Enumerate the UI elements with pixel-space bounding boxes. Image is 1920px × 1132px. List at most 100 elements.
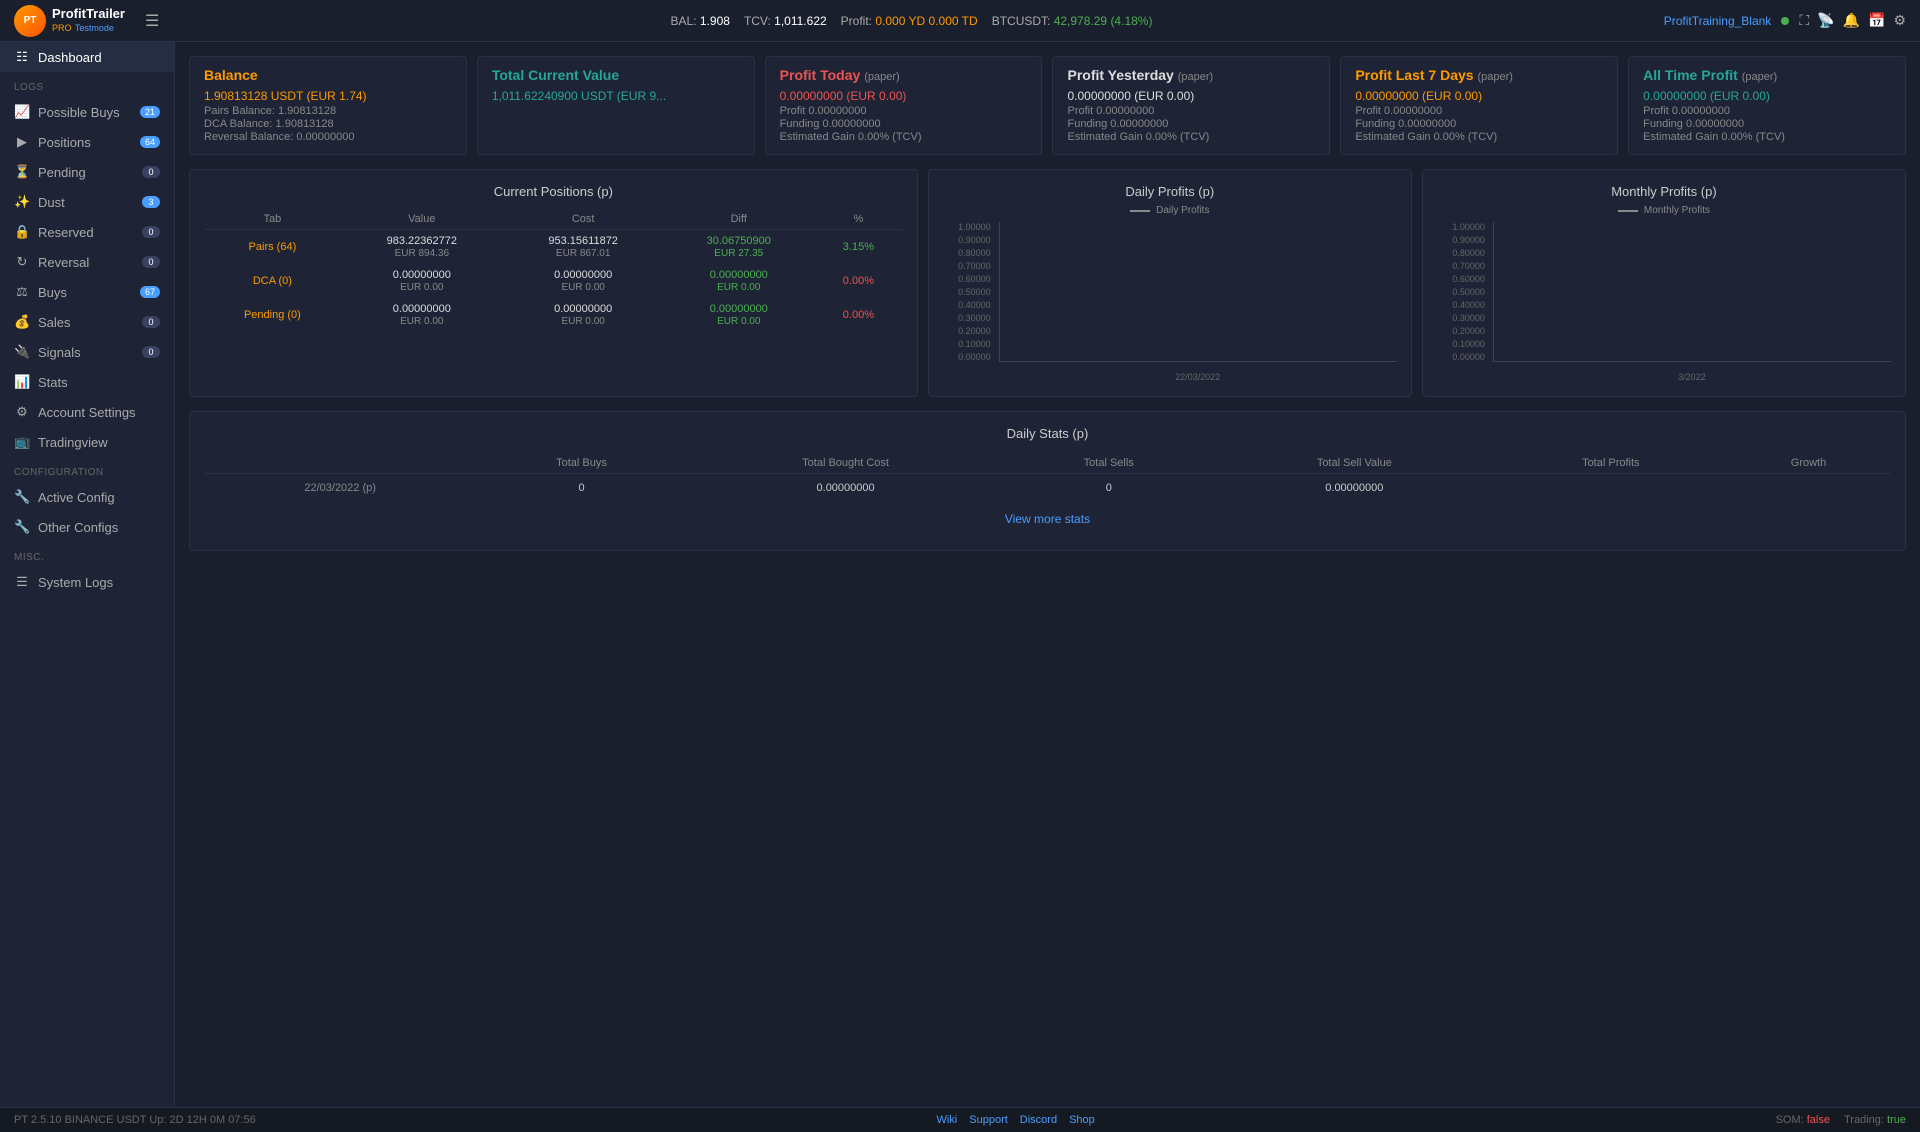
sidebar-label-buys: Buys <box>38 285 67 300</box>
signals-icon: 🔌 <box>14 344 30 360</box>
col-cost: Cost <box>503 209 664 230</box>
sidebar-label-stats: Stats <box>38 375 68 390</box>
tcv-main-val: 1,011.62240900 USDT (EUR 9... <box>492 89 740 103</box>
sidebar-item-tradingview[interactable]: 📺 Tradingview <box>0 427 174 457</box>
topbar-right: ProfitTraining_Blank ⛶ 📡 🔔 📅 ⚙ <box>1664 12 1906 29</box>
positions-table: Tab Value Cost Diff % Pairs (64) 983.223… <box>204 209 903 332</box>
sidebar-item-stats[interactable]: 📊 Stats <box>0 367 174 397</box>
logo-icon: PT <box>14 5 46 37</box>
shop-link[interactable]: Shop <box>1069 1114 1095 1126</box>
tcv-card: Total Current Value 1,011.62240900 USDT … <box>477 56 755 155</box>
bell-icon[interactable]: 🔔 <box>1843 12 1860 29</box>
main-content: Balance 1.90813128 USDT (EUR 1.74) Pairs… <box>175 42 1920 1107</box>
profit-yesterday-funding: Funding 0.00000000 <box>1067 118 1315 130</box>
sidebar-item-pending[interactable]: ⏳ Pending 0 <box>0 157 174 187</box>
footer-left: PT 2.5.10 BINANCE USDT Up: 2D 12H 0M 07:… <box>14 1114 256 1126</box>
resize-icon[interactable]: ⛶ <box>1799 12 1809 29</box>
col-diff: Diff <box>663 209 814 230</box>
profit-today-estimated: Estimated Gain 0.00% (TCV) <box>780 131 1028 143</box>
dashboard-icon: ☷ <box>14 49 30 65</box>
sidebar-item-positions[interactable]: ▶ Positions 64 <box>0 127 174 157</box>
sidebar-item-buys[interactable]: ⚖ Buys 67 <box>0 277 174 307</box>
sidebar-label-signals: Signals <box>38 345 81 360</box>
support-link[interactable]: Support <box>969 1114 1008 1126</box>
calendar-icon[interactable]: 📅 <box>1868 12 1885 29</box>
row-value: 0.00000000EUR 0.00 <box>341 298 503 332</box>
bal-value: 1.908 <box>700 14 730 28</box>
btc-label: BTCUSDT: 42,978.29 (4.18%) <box>992 14 1153 28</box>
active-config-icon: 🔧 <box>14 489 30 505</box>
legend-line-monthly-icon <box>1618 210 1638 212</box>
sidebar-item-sales[interactable]: 💰 Sales 0 <box>0 307 174 337</box>
stats-col-header: Total Bought Cost <box>687 453 1005 474</box>
sidebar-item-account-settings[interactable]: ⚙ Account Settings <box>0 397 174 427</box>
sidebar-item-possible-buys[interactable]: 📈 Possible Buys 21 <box>0 97 174 127</box>
profit-7days-main-val: 0.00000000 (EUR 0.00) <box>1355 89 1603 103</box>
profit-yesterday-main-val: 0.00000000 (EUR 0.00) <box>1067 89 1315 103</box>
status-dot-icon <box>1781 17 1789 25</box>
sidebar-label-sales: Sales <box>38 315 71 330</box>
y-label: 0.10000 <box>1437 339 1485 349</box>
sidebar-label-dashboard: Dashboard <box>38 50 102 65</box>
monthly-profits-chart-area: 1.000000.900000.800000.700000.600000.500… <box>1437 222 1891 382</box>
y-label: 0.80000 <box>1437 248 1485 258</box>
profit-today-profit: Profit 0.00000000 <box>780 105 1028 117</box>
daily-stats-title: Daily Stats (p) <box>204 426 1891 441</box>
positions-charts-row: Current Positions (p) Tab Value Cost Dif… <box>189 169 1906 397</box>
btc-value: 42,978.29 <box>1054 14 1107 28</box>
logo-text: ProfitTrailer PRO Testmode <box>52 7 125 34</box>
sidebar-item-system-logs[interactable]: ☰ System Logs <box>0 567 174 597</box>
daily-profits-legend-label: Daily Profits <box>1156 205 1209 216</box>
profit-label: Profit: 0.000 YD 0.000 TD <box>841 14 978 28</box>
monthly-profits-legend: Monthly Profits <box>1437 205 1891 216</box>
topbar-left: PT ProfitTrailer PRO Testmode ☰ <box>14 5 159 37</box>
app-body: ☷ Dashboard Logs 📈 Possible Buys 21 ▶ Po… <box>0 42 1920 1107</box>
reserved-icon: 🔒 <box>14 224 30 240</box>
all-time-profit-card: All Time Profit (paper) 0.00000000 (EUR … <box>1628 56 1906 155</box>
sidebar-item-signals[interactable]: 🔌 Signals 0 <box>0 337 174 367</box>
sales-badge: 0 <box>142 316 160 328</box>
account-settings-icon: ⚙ <box>14 404 30 420</box>
hamburger-icon[interactable]: ☰ <box>145 11 159 31</box>
y-label: 0.50000 <box>1437 287 1485 297</box>
balance-card: Balance 1.90813128 USDT (EUR 1.74) Pairs… <box>189 56 467 155</box>
sidebar-item-reversal[interactable]: ↻ Reversal 0 <box>0 247 174 277</box>
balance-pairs: Pairs Balance: 1.90813128 <box>204 105 452 117</box>
wiki-link[interactable]: Wiki <box>936 1114 957 1126</box>
daily-stats-row: 22/03/2022 (p) 0 0.00000000 0 0.00000000 <box>204 474 1891 503</box>
logo-pro: PRO <box>52 23 72 33</box>
sales-icon: 💰 <box>14 314 30 330</box>
daily-profits-chart: Daily Profits (p) Daily Profits 1.000000… <box>928 169 1412 397</box>
sidebar-label-tradingview: Tradingview <box>38 435 108 450</box>
sidebar-item-reserved[interactable]: 🔒 Reserved 0 <box>0 217 174 247</box>
topbar: PT ProfitTrailer PRO Testmode ☰ BAL: 1.9… <box>0 0 1920 42</box>
y-label: 0.60000 <box>943 274 991 284</box>
sidebar-item-dashboard[interactable]: ☷ Dashboard <box>0 42 174 72</box>
monthly-profits-y-labels: 1.000000.900000.800000.700000.600000.500… <box>1437 222 1489 362</box>
stats-col-header: Total Buys <box>476 453 686 474</box>
view-more-link[interactable]: View more stats <box>1005 512 1090 526</box>
all-time-estimated: Estimated Gain 0.00% (TCV) <box>1643 131 1891 143</box>
profit-yesterday-title: Profit Yesterday (paper) <box>1067 67 1315 83</box>
stats-col-header <box>204 453 476 474</box>
profit-today-title: Profit Today (paper) <box>780 67 1028 83</box>
y-label: 0.80000 <box>943 248 991 258</box>
y-label: 0.40000 <box>1437 300 1485 310</box>
topbar-center: BAL: 1.908 TCV: 1,011.622 Profit: 0.000 … <box>671 14 1153 28</box>
balance-title: Balance <box>204 67 452 83</box>
discord-link[interactable]: Discord <box>1020 1114 1057 1126</box>
broadcast-icon[interactable]: 📡 <box>1817 12 1834 29</box>
profit-today-funding: Funding 0.00000000 <box>780 118 1028 130</box>
sidebar-item-dust[interactable]: ✨ Dust 3 <box>0 187 174 217</box>
sidebar-label-dust: Dust <box>38 195 65 210</box>
possible-buys-badge: 21 <box>140 106 160 118</box>
gear-icon[interactable]: ⚙ <box>1893 12 1906 29</box>
view-more-stats[interactable]: View more stats <box>204 502 1891 536</box>
monthly-profits-title: Monthly Profits (p) <box>1437 184 1891 199</box>
profit-yesterday-estimated: Estimated Gain 0.00% (TCV) <box>1067 131 1315 143</box>
daily-stats-date: 22/03/2022 (p) <box>204 474 476 503</box>
tcv-value: 1,011.622 <box>774 14 827 28</box>
y-label: 0.20000 <box>943 326 991 336</box>
sidebar-item-active-config[interactable]: 🔧 Active Config <box>0 482 174 512</box>
sidebar-item-other-configs[interactable]: 🔧 Other Configs <box>0 512 174 542</box>
